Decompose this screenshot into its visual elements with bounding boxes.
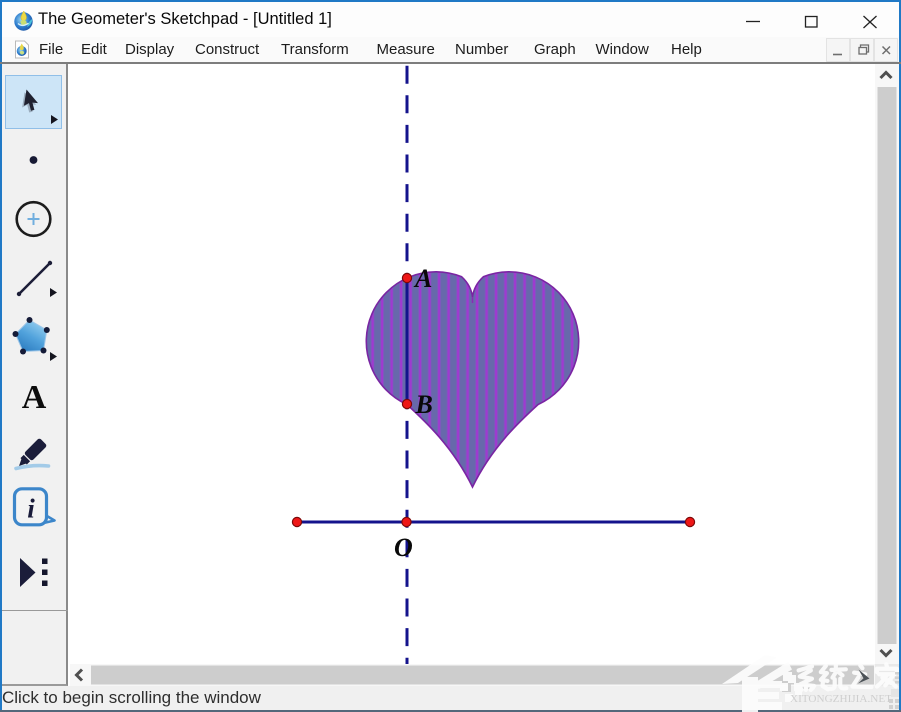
svg-text:B: B bbox=[415, 390, 433, 419]
svg-text:XITONGZHIJIA.NET: XITONGZHIJIA.NET bbox=[790, 694, 892, 705]
svg-text:i: i bbox=[27, 494, 35, 524]
svg-text:O: O bbox=[394, 533, 413, 562]
svg-text:A: A bbox=[413, 264, 432, 293]
